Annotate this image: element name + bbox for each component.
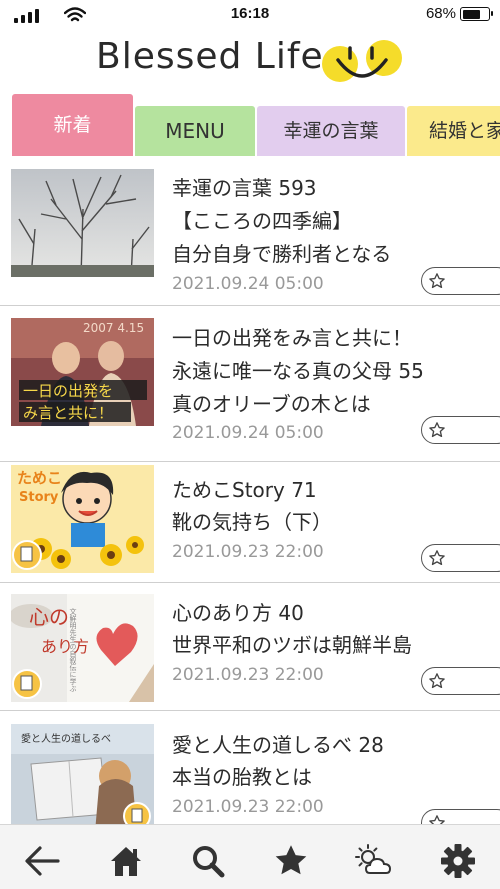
star-outline-icon	[429, 815, 445, 824]
tab-marriage[interactable]: 結婚と家	[407, 106, 500, 156]
article-list: 幸運の言葉 593 【こころの四季編】 自分自身で勝利者となる 2021.09.…	[0, 158, 500, 824]
svg-text:心の: 心の	[29, 605, 69, 629]
article-title-line: 靴の気持ち（下）	[172, 510, 332, 534]
svg-text:一日の出発を: 一日の出発を	[23, 382, 113, 400]
tab-new[interactable]: 新着	[12, 94, 133, 156]
article-title-line: 幸運の言葉 593	[172, 176, 317, 200]
heart-drawing-photo: 心の あり方 文鮮明先生の自叙伝に学ぶ	[11, 594, 154, 702]
svg-text:ためこ: ためこ	[17, 469, 62, 487]
list-item[interactable]: 幸運の言葉 593 【こころの四季編】 自分自身で勝利者となる 2021.09.…	[0, 158, 500, 306]
article-title-line: ためこStory 71	[172, 478, 317, 502]
app-logo-text: Blessed Life	[96, 36, 324, 77]
cartoon-illustration: ためこ Story	[11, 465, 154, 573]
smile-face-icon	[322, 40, 402, 82]
list-item[interactable]: ためこ Story ためこStory 71 靴の気持ち（下） 2021.09.2…	[0, 462, 500, 583]
favorite-button[interactable]	[421, 809, 500, 824]
weather-button[interactable]	[354, 841, 394, 881]
svg-text:Story: Story	[19, 490, 59, 505]
list-item[interactable]: 心の あり方 文鮮明先生の自叙伝に学ぶ 心のあり方 40 世界平和のツボは朝鮮半…	[0, 583, 500, 711]
search-icon	[193, 846, 225, 878]
article-title-line: 本当の胎教とは	[172, 765, 312, 789]
svg-text:文鮮明先生の自叙伝に学ぶ: 文鮮明先生の自叙伝に学ぶ	[69, 607, 77, 692]
battery-icon	[460, 7, 493, 21]
weather-icon	[355, 844, 392, 874]
list-item[interactable]: 愛と人生の道しるべ 愛と人生の道しるべ 28 本当の胎教とは 2021.09.2…	[0, 711, 500, 824]
favorite-button[interactable]	[421, 667, 500, 695]
svg-text:2007 4.15: 2007 4.15	[83, 321, 144, 335]
star-outline-icon	[429, 273, 445, 289]
star-outline-icon	[429, 673, 445, 689]
article-title-line: 世界平和のツボは朝鮮半島	[172, 633, 412, 657]
status-bar: 16:18 68%	[0, 0, 500, 30]
tab-lucky-words[interactable]: 幸運の言葉	[257, 106, 405, 156]
article-date: 2021.09.24 05:00	[172, 274, 324, 294]
favorite-button[interactable]	[421, 416, 500, 444]
search-button[interactable]	[188, 841, 228, 881]
article-date: 2021.09.24 05:00	[172, 423, 324, 443]
category-tabs: 新着 MENU 幸運の言葉 結婚と家	[0, 94, 500, 158]
article-title-line: 愛と人生の道しるべ 28	[172, 733, 384, 757]
battery-percent: 68%	[425, 5, 456, 22]
reading-child-photo: 愛と人生の道しるべ	[11, 724, 154, 824]
favorite-button[interactable]	[421, 544, 500, 572]
couple-photo: 2007 4.15 一日の出発を み言と共に！	[11, 318, 154, 426]
bare-tree-photo	[11, 169, 154, 277]
svg-text:愛と人生の道しるべ: 愛と人生の道しるべ	[21, 732, 111, 745]
home-button[interactable]	[106, 841, 146, 881]
bottom-toolbar	[0, 824, 500, 889]
back-button[interactable]	[22, 841, 62, 881]
favorite-button[interactable]	[421, 267, 500, 295]
article-title-line: 心のあり方 40	[172, 601, 304, 625]
app-header: Blessed Life	[0, 30, 500, 90]
star-icon	[275, 845, 307, 875]
article-title-line: 自分自身で勝利者となる	[172, 242, 392, 266]
tab-menu[interactable]: MENU	[135, 106, 255, 156]
gear-icon	[441, 844, 475, 878]
star-outline-icon	[429, 550, 445, 566]
svg-text:み言と共に！: み言と共に！	[23, 404, 113, 422]
article-date: 2021.09.23 22:00	[172, 542, 324, 562]
svg-text:あり方: あり方	[41, 637, 89, 656]
back-arrow-icon	[25, 846, 60, 876]
settings-button[interactable]	[438, 841, 478, 881]
article-date: 2021.09.23 22:00	[172, 665, 324, 685]
list-item[interactable]: 2007 4.15 一日の出発を み言と共に！ 一日の出発をみ言と共に！ 永遠に…	[0, 306, 500, 462]
article-title-line: 真のオリーブの木とは	[172, 392, 371, 416]
article-title-line: 【こころの四季編】	[172, 209, 352, 233]
article-date: 2021.09.23 22:00	[172, 797, 324, 817]
article-title-line: 永遠に唯一なる真の父母 55	[172, 359, 424, 383]
home-icon	[111, 847, 141, 876]
star-outline-icon	[429, 422, 445, 438]
favorites-button[interactable]	[271, 841, 311, 881]
article-title-line: 一日の出発をみ言と共に！	[172, 326, 412, 350]
